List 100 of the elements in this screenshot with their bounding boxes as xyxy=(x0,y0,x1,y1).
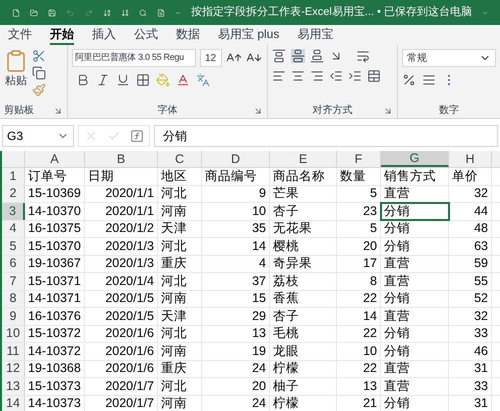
table-cell: 分销 xyxy=(381,220,449,237)
row-header[interactable]: 12 xyxy=(2,360,25,377)
column-header[interactable]: D xyxy=(202,151,270,167)
ribbon-tab[interactable]: 公式 xyxy=(134,26,158,45)
table-cell: 2020/1/1 xyxy=(85,203,158,220)
table-cell: 河南 xyxy=(158,290,202,307)
top-align-icon[interactable] xyxy=(272,49,286,63)
table-cell: 32 xyxy=(449,308,492,324)
cut-icon[interactable] xyxy=(32,49,46,63)
row-header[interactable]: 7 xyxy=(2,273,25,290)
table-cell: 14 xyxy=(202,238,270,254)
ribbon-tab[interactable]: 数据 xyxy=(176,26,200,45)
column-header[interactable]: H xyxy=(449,151,492,167)
font-name-field[interactable]: 阿里巴巴普惠体 3.0 55 Regu xyxy=(72,49,196,67)
ribbon-tab[interactable]: 文件 xyxy=(8,26,32,45)
column-header[interactable]: G xyxy=(381,151,449,167)
row-header[interactable]: 10 xyxy=(2,326,25,342)
table-cell: 销售方式 xyxy=(381,168,449,184)
table-cell: 16-10375 xyxy=(25,220,85,237)
table-cell: 20 xyxy=(337,238,381,254)
table-cell: 14-10370 xyxy=(25,203,85,220)
table-cell: 14-10373 xyxy=(25,396,85,411)
decrease-indent-icon[interactable] xyxy=(329,69,343,83)
underline-icon[interactable] xyxy=(116,73,130,87)
dialog-launcher-icon[interactable] xyxy=(53,106,63,116)
row-header[interactable]: 3 xyxy=(2,203,25,220)
copy-icon[interactable] xyxy=(32,66,46,80)
ribbon-tab[interactable]: 插入 xyxy=(92,26,116,45)
row-header[interactable]: 13 xyxy=(2,378,25,394)
table-cell: 21 xyxy=(337,396,381,411)
table-cell: 19 xyxy=(202,343,270,360)
column-header[interactable]: B xyxy=(85,151,158,167)
dialog-launcher-icon[interactable] xyxy=(253,106,263,116)
table-cell: 杏子 xyxy=(270,203,337,220)
fill-color-icon[interactable] xyxy=(156,73,170,87)
table-cell: 分销 xyxy=(381,326,449,342)
table-cell: 24 xyxy=(202,396,270,411)
align-left-icon[interactable] xyxy=(272,69,286,83)
align-center-icon[interactable] xyxy=(291,69,305,83)
table-cell: 14 xyxy=(337,308,381,324)
row-header[interactable]: 9 xyxy=(2,308,25,324)
table-cell: 香蕉 xyxy=(270,290,337,307)
row-header[interactable]: 8 xyxy=(2,290,25,307)
table-cell: 19-10368 xyxy=(25,360,85,377)
table-cell: 分销 xyxy=(381,290,449,307)
bold-icon[interactable] xyxy=(76,73,90,87)
italic-icon[interactable] xyxy=(96,73,110,87)
middle-align-icon[interactable] xyxy=(291,49,305,63)
table-cell: 订单号 xyxy=(25,168,85,184)
row-header[interactable]: 4 xyxy=(2,220,25,237)
table-cell: 46 xyxy=(449,343,492,360)
row-header[interactable]: 5 xyxy=(2,238,25,254)
dialog-launcher-icon[interactable] xyxy=(383,106,393,116)
merge-cells-icon[interactable] xyxy=(367,69,381,83)
row-header[interactable]: 2 xyxy=(2,186,25,202)
ribbon-tab[interactable]: 易用宝 plus xyxy=(218,26,280,45)
table-cell: 31 xyxy=(449,396,492,411)
table-cell: 5 xyxy=(337,220,381,237)
column-header[interactable]: C xyxy=(158,151,202,167)
column-header[interactable]: E xyxy=(270,151,337,167)
table-cell: 63 xyxy=(449,238,492,254)
row-header[interactable]: 14 xyxy=(2,396,25,411)
table-cell: 分销 xyxy=(381,203,449,220)
font-color-icon[interactable] xyxy=(176,73,190,87)
table-cell: 8 xyxy=(337,273,381,290)
table-cell: 河北 xyxy=(158,378,202,394)
table-cell: 33 xyxy=(449,326,492,342)
number-format-field[interactable]: 常规 xyxy=(402,49,496,67)
table-cell: 52 xyxy=(449,290,492,307)
name-box[interactable]: G3 xyxy=(2,125,74,147)
paste-button[interactable]: 粘贴 xyxy=(4,49,28,90)
table-cell: 4 xyxy=(202,256,270,272)
column-header[interactable]: A xyxy=(25,151,85,167)
function-icon[interactable] xyxy=(130,129,144,143)
phonetic-icon[interactable] xyxy=(196,73,210,87)
borders-icon[interactable] xyxy=(136,73,150,87)
group-label: 对齐方式 xyxy=(312,104,352,118)
row-header[interactable]: 1 xyxy=(2,168,25,184)
align-right-icon[interactable] xyxy=(310,69,324,83)
table-cell: 15 xyxy=(202,290,270,307)
row-header[interactable]: 6 xyxy=(2,256,25,272)
table-cell: 22 xyxy=(337,326,381,342)
table-cell: 柠檬 xyxy=(270,360,337,377)
table-cell: 15-10369 xyxy=(25,186,85,202)
table-cell: 20 xyxy=(202,378,270,394)
row-header[interactable]: 11 xyxy=(2,343,25,360)
font-size-field[interactable]: 12 xyxy=(200,49,222,67)
table-cell: 2020/1/6 xyxy=(85,360,158,377)
table-cell: 芒果 xyxy=(270,186,337,202)
bottom-align-icon[interactable] xyxy=(310,49,324,63)
table-cell: 10 xyxy=(337,343,381,360)
table-cell: 31 xyxy=(449,360,492,377)
percent-icon[interactable] xyxy=(402,73,416,87)
formula-input[interactable]: 分销 xyxy=(154,125,498,147)
table-cell: 29 xyxy=(202,308,270,324)
wrap-text-icon[interactable] xyxy=(356,49,370,63)
increase-indent-icon[interactable] xyxy=(348,69,362,83)
table-cell: 奇异果 xyxy=(270,256,337,272)
table-cell: 35 xyxy=(202,220,270,237)
ribbon-tab[interactable]: 易用宝 xyxy=(297,26,334,45)
